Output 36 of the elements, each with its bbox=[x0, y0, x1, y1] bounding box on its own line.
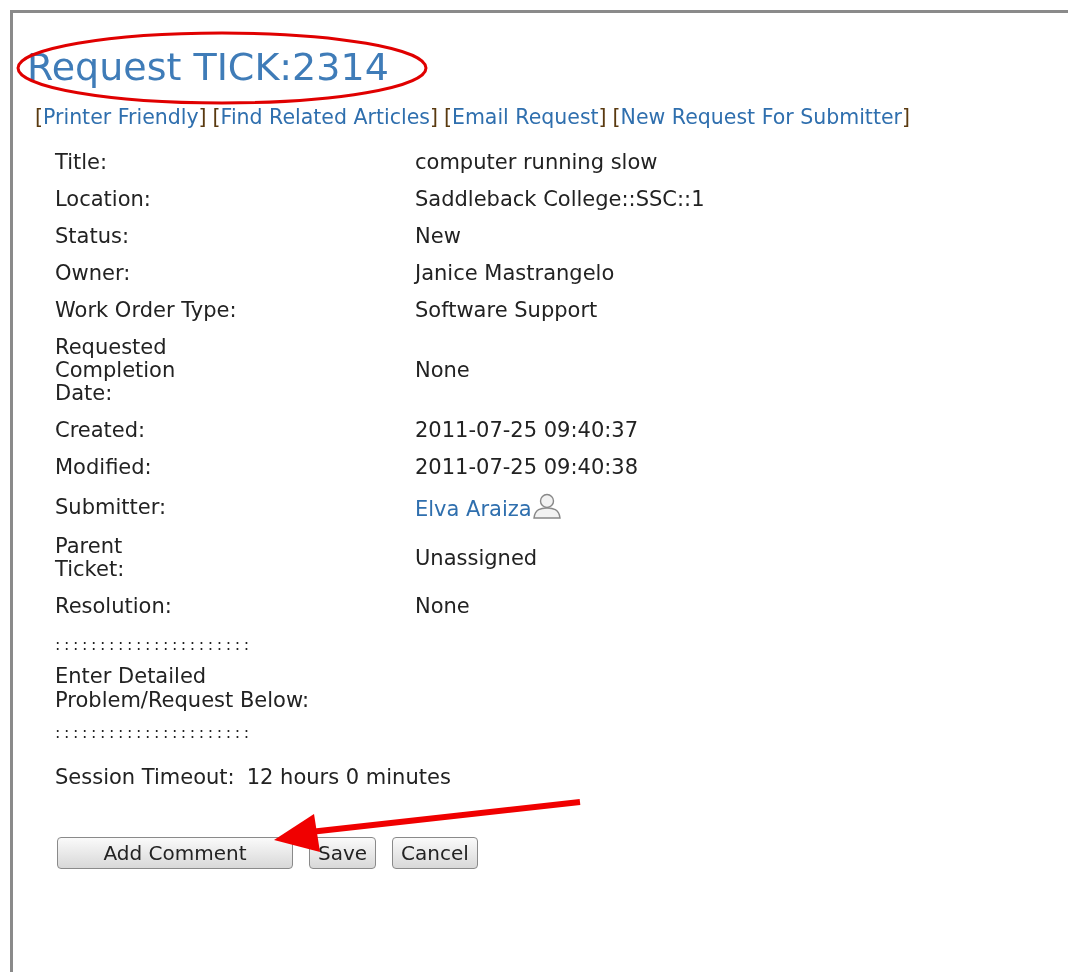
toolbar-link[interactable]: [Email Request] bbox=[443, 104, 607, 129]
field-label: Created: bbox=[55, 419, 146, 443]
dotted-divider: :::::::::::::::::::::: bbox=[55, 723, 253, 743]
field-label: Owner: bbox=[55, 262, 131, 286]
field-value: 2011-07-25 09:40:37 bbox=[415, 418, 639, 443]
submitter-link[interactable]: Elva Araiza bbox=[415, 497, 532, 522]
field-value: computer running slow bbox=[415, 150, 658, 175]
page-title: Request TICK:2314 bbox=[27, 47, 389, 89]
cancel-button[interactable]: Cancel bbox=[392, 837, 478, 870]
field-label: Modified: bbox=[55, 456, 152, 480]
toolbar-link[interactable]: [New Request For Submitter] bbox=[612, 104, 910, 129]
field-label: Resolution: bbox=[55, 595, 172, 619]
field-label: Requested Completion Date: bbox=[55, 336, 176, 406]
field-label: Title: bbox=[55, 151, 108, 175]
section-heading: Enter Detailed Problem/Request Below: bbox=[55, 664, 310, 713]
toolbar-link[interactable]: [Printer Friendly] bbox=[35, 104, 207, 129]
field-label: Location: bbox=[55, 188, 151, 212]
field-value: Software Support bbox=[415, 298, 598, 323]
session-timeout-label: Session Timeout: bbox=[55, 765, 235, 790]
session-timeout-value: 12 hours 0 minutes bbox=[246, 765, 451, 790]
field-value: 2011-07-25 09:40:38 bbox=[415, 455, 639, 480]
field-label: Work Order Type: bbox=[55, 299, 237, 323]
field-label: Status: bbox=[55, 225, 129, 249]
field-value: Saddleback College::SSC::1 bbox=[415, 187, 705, 212]
field-value: Janice Mastrangelo bbox=[415, 261, 615, 286]
toolbar-link[interactable]: [Find Related Articles] bbox=[212, 104, 438, 129]
field-label: Submitter: bbox=[55, 495, 166, 519]
add-comment-button[interactable]: Add Comment bbox=[57, 837, 293, 870]
dotted-divider: :::::::::::::::::::::: bbox=[55, 635, 253, 655]
field-value: Unassigned bbox=[415, 545, 538, 570]
save-button[interactable]: Save bbox=[309, 837, 377, 870]
field-value: New bbox=[415, 224, 461, 249]
field-value: None bbox=[415, 594, 470, 619]
field-label: Parent Ticket: bbox=[55, 535, 125, 582]
person-icon[interactable] bbox=[531, 493, 562, 520]
field-value: None bbox=[415, 358, 470, 383]
